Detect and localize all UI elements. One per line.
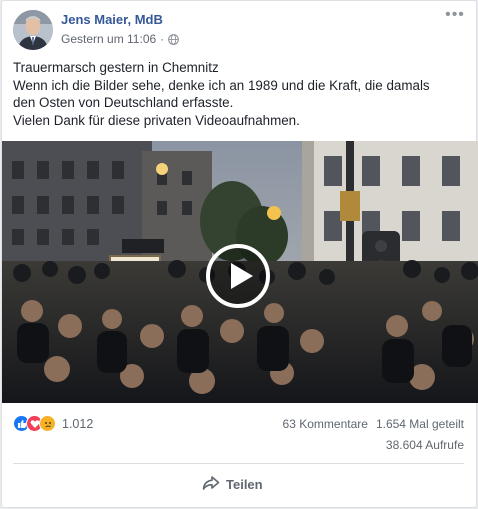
post-text: Trauermarsch gestern in Chemnitz Wenn ic… <box>13 59 464 129</box>
shares-count[interactable]: 1.654 Mal geteilt <box>376 417 464 431</box>
author-avatar[interactable] <box>13 10 53 50</box>
video-player[interactable] <box>2 141 478 403</box>
actions-divider <box>13 463 464 464</box>
engagement-stats: 63 Kommentare 1.654 Mal geteilt <box>283 417 464 431</box>
share-button[interactable]: Teilen <box>202 473 263 495</box>
post-text-line: Vielen Dank für diese privaten Videoaufn… <box>13 112 300 128</box>
post-stats: 1.012 63 Kommentare 1.654 Mal geteilt 38… <box>13 413 464 459</box>
author-name[interactable]: Jens Maier, MdB <box>61 12 163 27</box>
post-timestamp[interactable]: Gestern um 11:06 <box>61 32 156 46</box>
meta-dot: · <box>160 32 165 46</box>
comments-count[interactable]: 63 Kommentare <box>283 417 368 431</box>
views-count: 38.604 Aufrufe <box>385 438 464 452</box>
play-icon <box>206 244 270 308</box>
post-text-line: Wenn ich die Bilder sehe, denke ich an 1… <box>13 77 430 93</box>
share-label: Teilen <box>226 476 263 492</box>
reactions-summary[interactable]: 1.012 <box>13 415 93 432</box>
post-text-line: Trauermarsch gestern in Chemnitz <box>13 60 219 75</box>
post-text-line: den Osten von Deutschland erfasste. <box>13 95 234 111</box>
reaction-count[interactable]: 1.012 <box>62 417 93 431</box>
play-button[interactable] <box>205 243 271 309</box>
post-card: Jens Maier, MdB Gestern um 11:06 · ••• T… <box>1 0 478 508</box>
share-icon <box>202 475 220 494</box>
post-header: Jens Maier, MdB Gestern um 11:06 · ••• <box>13 7 466 50</box>
sad-icon <box>39 415 56 432</box>
post-meta: Gestern um 11:06 · <box>61 32 180 46</box>
globe-icon <box>168 33 180 45</box>
more-options-icon[interactable]: ••• <box>444 7 466 26</box>
